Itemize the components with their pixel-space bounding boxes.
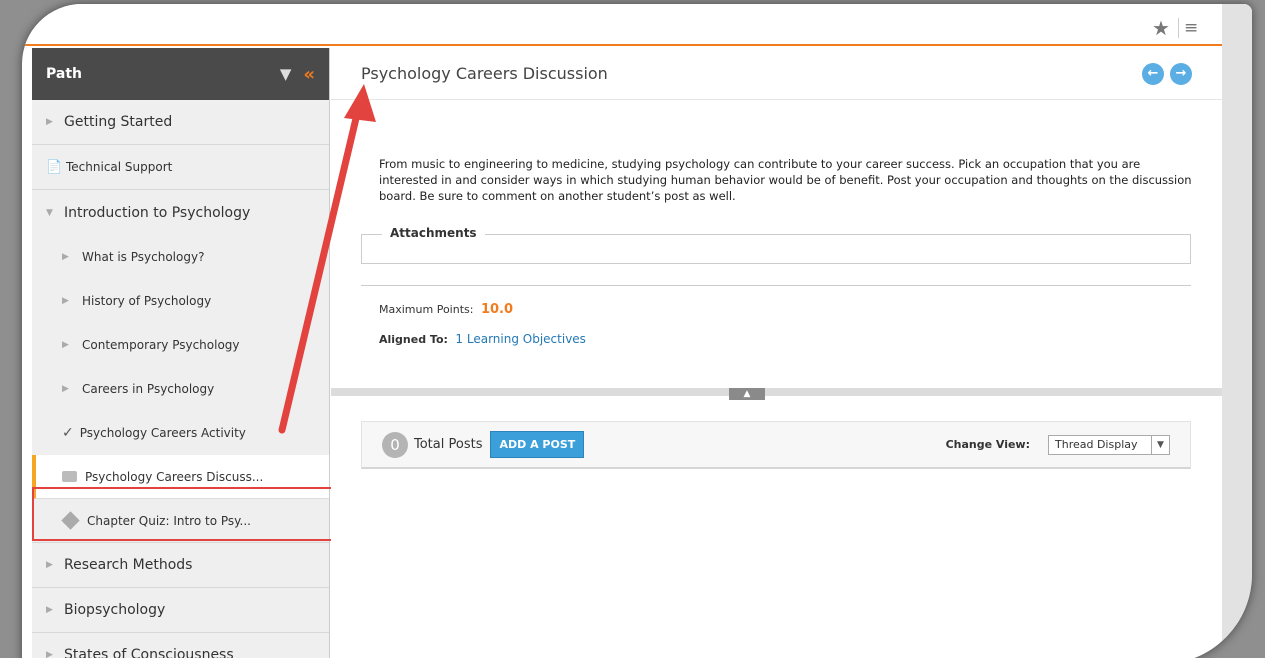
chevron-right-icon: ▶ xyxy=(46,560,53,570)
main-content: Psychology Careers Discussion ← → From m… xyxy=(331,48,1222,658)
sidebar-item-research-methods[interactable]: ▶ Research Methods xyxy=(32,543,329,588)
chevron-right-icon: ▶ xyxy=(62,252,69,262)
sidebar-item-label: Research Methods xyxy=(64,557,193,573)
star-icon[interactable]: ★ xyxy=(1152,16,1170,40)
sidebar-item-label: States of Consciousness xyxy=(64,647,234,658)
sidebar-item-label: Contemporary Psychology xyxy=(82,338,240,352)
sidebar-item-label: Introduction to Psychology xyxy=(64,204,251,221)
sidebar-item-contemporary-psychology[interactable]: ▶ Contemporary Psychology xyxy=(32,323,329,367)
sidebar-title: Path xyxy=(46,66,82,82)
attachments-box: Attachments xyxy=(361,226,1191,264)
page-header: Psychology Careers Discussion ← → xyxy=(331,48,1222,100)
previous-arrow-icon[interactable]: ← xyxy=(1142,62,1164,85)
sidebar-item-careers-discussion[interactable]: Psychology Careers Discuss... xyxy=(32,455,329,499)
filter-icon[interactable]: ▼ xyxy=(280,65,292,83)
post-count-badge: 0 xyxy=(382,431,408,458)
next-arrow-icon[interactable]: → xyxy=(1170,62,1192,85)
sidebar-item-biopsychology[interactable]: ▶ Biopsychology xyxy=(32,588,329,633)
discussion-icon xyxy=(62,471,77,482)
sidebar-item-what-is-psychology[interactable]: ▶ What is Psychology? xyxy=(32,235,329,279)
aligned-label: Aligned To: xyxy=(379,333,448,346)
learning-objectives-link[interactable]: 1 Learning Objectives xyxy=(455,332,586,346)
top-bar: ★ ≡ xyxy=(22,4,1222,46)
aligned-to: Aligned To: 1 Learning Objectives xyxy=(379,332,586,346)
collapse-up-icon[interactable]: ▲ xyxy=(729,388,765,400)
chevron-right-icon: ▶ xyxy=(62,340,69,350)
chevron-right-icon: ▶ xyxy=(62,384,69,394)
sidebar-item-careers-psychology[interactable]: ▶ Careers in Psychology xyxy=(32,367,329,411)
chevron-down-icon: ▼ xyxy=(46,207,53,218)
chevron-right-icon: ▶ xyxy=(62,296,69,306)
document-icon: 📄 xyxy=(46,159,63,175)
sidebar-item-intro-psychology[interactable]: ▼ Introduction to Psychology xyxy=(32,190,329,235)
change-view-select[interactable]: Thread Display ▼ xyxy=(1048,434,1170,455)
sidebar-item-history-psychology[interactable]: ▶ History of Psychology xyxy=(32,279,329,323)
sidebar-item-technical-support[interactable]: 📄 Technical Support xyxy=(32,145,329,190)
right-scroll-area xyxy=(1222,4,1252,658)
sidebar-item-label: What is Psychology? xyxy=(82,250,205,264)
maximum-points: Maximum Points: 10.0 xyxy=(379,302,513,317)
page-title: Psychology Careers Discussion xyxy=(361,64,608,83)
divider xyxy=(1178,18,1179,38)
posts-toolbar: 0 Total Posts ADD A POST Change View: Th… xyxy=(361,421,1191,469)
sidebar-item-label: Psychology Careers Discuss... xyxy=(85,469,264,484)
total-posts-label: Total Posts xyxy=(414,437,483,452)
sidebar-item-label: History of Psychology xyxy=(82,294,212,308)
chevron-down-icon: ▼ xyxy=(1151,435,1169,454)
view-select-value: Thread Display xyxy=(1055,438,1138,451)
sidebar-item-label: Chapter Quiz: Intro to Psy... xyxy=(87,513,251,528)
sidebar-item-states-consciousness[interactable]: ▶ States of Consciousness xyxy=(32,633,329,658)
assignment-check-icon: ✓ xyxy=(62,425,74,441)
add-post-button[interactable]: ADD A POST xyxy=(490,431,585,458)
quiz-icon xyxy=(61,511,80,530)
sidebar-item-getting-started[interactable]: ▶ Getting Started xyxy=(32,100,329,145)
attachments-label: Attachments xyxy=(382,226,485,240)
sidebar-item-careers-activity[interactable]: ✓ Psychology Careers Activity xyxy=(32,411,329,455)
chevron-right-icon: ▶ xyxy=(46,650,53,658)
divider xyxy=(361,285,1191,286)
discussion-description: From music to engineering to medicine, s… xyxy=(379,157,1192,203)
chevron-right-icon: ▶ xyxy=(46,117,53,127)
chevron-right-icon: ▶ xyxy=(46,605,53,615)
app-window: ★ ≡ Path ▼ « ▶ Getting Started 📄 Technic… xyxy=(22,4,1252,658)
collapse-sidebar-icon[interactable]: « xyxy=(303,64,315,85)
change-view-label: Change View: xyxy=(945,438,1030,451)
sidebar-header: Path ▼ « xyxy=(32,48,329,100)
panel-splitter[interactable] xyxy=(331,388,1222,396)
sidebar: Path ▼ « ▶ Getting Started 📄 Technical S… xyxy=(32,48,337,658)
sidebar-item-label: Careers in Psychology xyxy=(82,382,215,396)
max-points-value: 10.0 xyxy=(480,302,514,317)
sidebar-item-label: Biopsychology xyxy=(64,602,166,618)
sidebar-item-label: Getting Started xyxy=(64,114,173,130)
sidebar-item-label: Technical Support xyxy=(66,160,173,174)
list-menu-icon[interactable]: ≡ xyxy=(1184,18,1198,38)
sidebar-item-label: Psychology Careers Activity xyxy=(79,426,246,440)
max-points-label: Maximum Points: xyxy=(379,303,474,316)
sidebar-item-chapter-quiz[interactable]: Chapter Quiz: Intro to Psy... xyxy=(32,499,329,543)
